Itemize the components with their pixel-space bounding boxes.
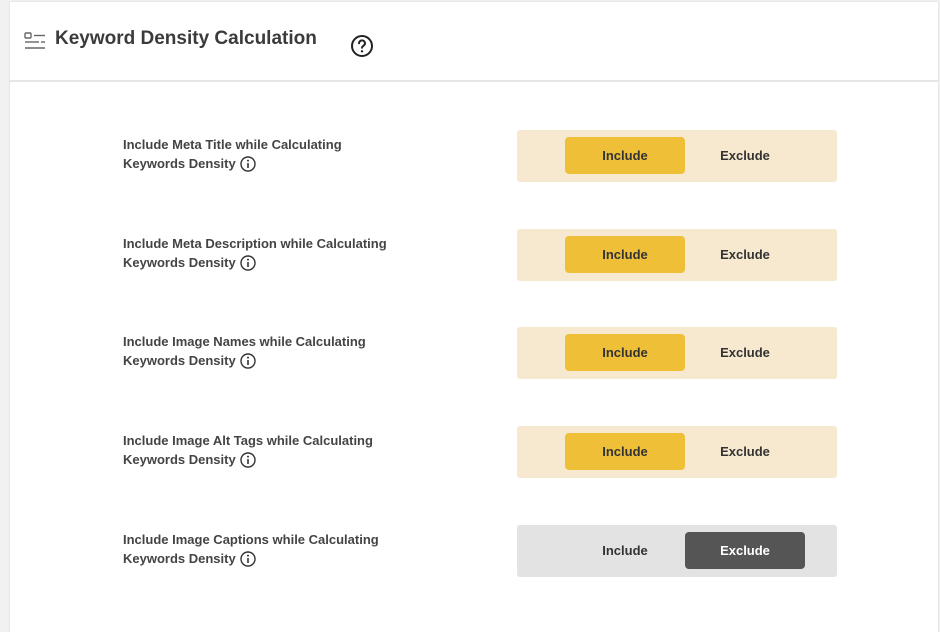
include-button[interactable]: Include bbox=[565, 532, 685, 569]
setting-label-line1: Include Meta Title while Calculating bbox=[123, 137, 342, 152]
setting-row: Include Image Captions while Calculating… bbox=[10, 525, 938, 577]
exclude-button[interactable]: Exclude bbox=[685, 532, 805, 569]
include-exclude-toggle[interactable]: Include Exclude bbox=[517, 525, 837, 577]
setting-label-line1: Include Image Names while Calculating bbox=[123, 334, 366, 349]
include-exclude-toggle[interactable]: Include Exclude bbox=[517, 130, 837, 182]
setting-label: Include Meta Description while Calculati… bbox=[123, 234, 453, 272]
include-exclude-toggle[interactable]: Include Exclude bbox=[517, 426, 837, 478]
include-button[interactable]: Include bbox=[565, 137, 685, 174]
setting-label-line1: Include Image Alt Tags while Calculating bbox=[123, 433, 373, 448]
exclude-button[interactable]: Exclude bbox=[685, 137, 805, 174]
info-icon[interactable] bbox=[240, 155, 256, 172]
setting-label-line1: Include Image Captions while Calculating bbox=[123, 532, 379, 547]
exclude-button[interactable]: Exclude bbox=[685, 334, 805, 371]
question-circle-icon[interactable] bbox=[350, 34, 374, 58]
include-button[interactable]: Include bbox=[565, 433, 685, 470]
include-exclude-toggle[interactable]: Include Exclude bbox=[517, 229, 837, 281]
include-button[interactable]: Include bbox=[565, 236, 685, 273]
list-settings-icon bbox=[24, 32, 45, 49]
setting-label-line1: Include Meta Description while Calculati… bbox=[123, 236, 387, 251]
info-icon[interactable] bbox=[240, 352, 256, 369]
setting-row: Include Meta Title while Calculating Keyw… bbox=[10, 130, 938, 182]
info-icon[interactable] bbox=[240, 254, 256, 271]
include-button[interactable]: Include bbox=[565, 334, 685, 371]
include-exclude-toggle[interactable]: Include Exclude bbox=[517, 327, 837, 379]
exclude-button[interactable]: Exclude bbox=[685, 236, 805, 273]
setting-label-line2: Keywords Density bbox=[123, 452, 236, 467]
setting-label-line2: Keywords Density bbox=[123, 353, 236, 368]
setting-label: Include Meta Title while Calculating Keyw… bbox=[123, 135, 453, 173]
setting-label: Include Image Captions while Calculating… bbox=[123, 530, 453, 568]
keyword-density-panel: Keyword Density Calculation Include Meta… bbox=[10, 2, 938, 632]
setting-label-line2: Keywords Density bbox=[123, 156, 236, 171]
setting-row: Include Image Names while Calculating Key… bbox=[10, 327, 938, 379]
exclude-button[interactable]: Exclude bbox=[685, 433, 805, 470]
setting-label: Include Image Alt Tags while Calculating… bbox=[123, 431, 453, 469]
info-icon[interactable] bbox=[240, 550, 256, 567]
panel-header: Keyword Density Calculation bbox=[10, 2, 938, 82]
setting-label-line2: Keywords Density bbox=[123, 551, 236, 566]
setting-row: Include Meta Description while Calculati… bbox=[10, 229, 938, 281]
setting-row: Include Image Alt Tags while Calculating… bbox=[10, 426, 938, 478]
setting-label-line2: Keywords Density bbox=[123, 255, 236, 270]
info-icon[interactable] bbox=[240, 451, 256, 468]
setting-label: Include Image Names while Calculating Key… bbox=[123, 332, 453, 370]
page-title: Keyword Density Calculation bbox=[55, 28, 317, 49]
